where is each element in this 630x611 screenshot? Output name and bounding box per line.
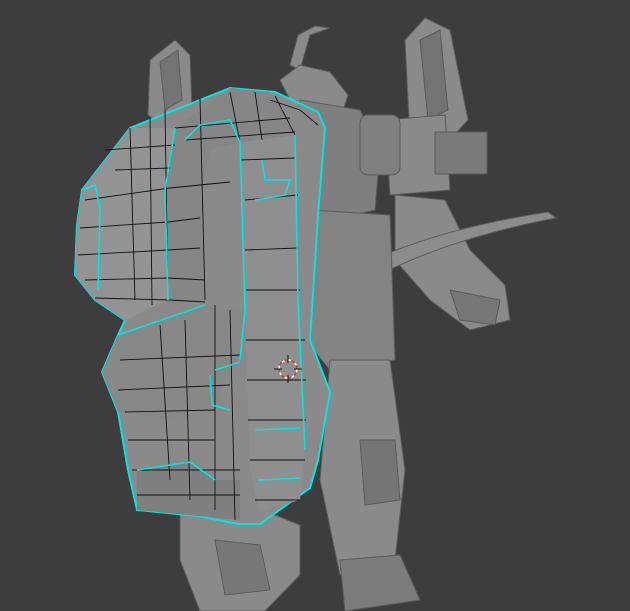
shoulder-joint [359,114,401,176]
waist [304,209,396,371]
viewport-canvas[interactable] [0,0,630,611]
right-shoulder-plate [434,131,488,175]
right-knee [359,439,401,506]
3d-viewport[interactable] [0,0,630,611]
right-foot [339,554,421,611]
selected-object-cape[interactable] [73,86,332,525]
head-antenna [289,25,331,71]
cape-left-panel [75,128,175,320]
